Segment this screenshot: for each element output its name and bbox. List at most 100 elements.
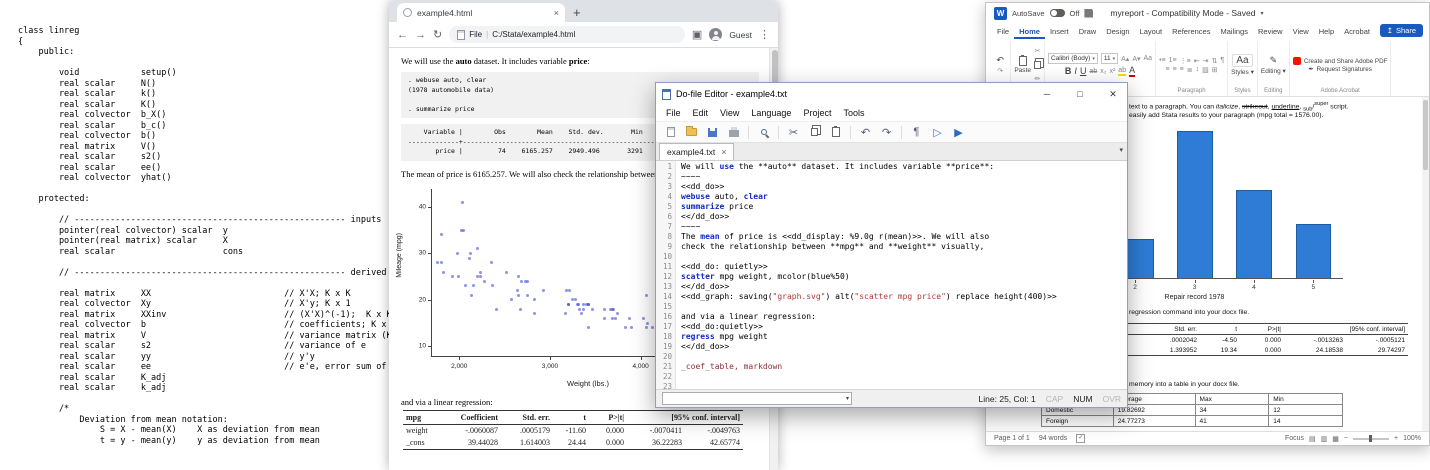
- outdent-icon[interactable]: ⇤: [1194, 57, 1200, 65]
- scrollbar-thumb[interactable]: [1423, 100, 1428, 170]
- share-button[interactable]: ↥Share: [1380, 24, 1423, 37]
- multilevel-list-icon[interactable]: ⋮≡: [1180, 57, 1191, 65]
- back-icon[interactable]: ←: [397, 29, 408, 41]
- show-marks-icon[interactable]: ¶: [907, 123, 926, 141]
- dofile-tab[interactable]: example4.txt ×: [659, 143, 734, 160]
- text-highlight-button[interactable]: ab: [1118, 67, 1126, 76]
- ribbon-tab-view[interactable]: View: [1288, 23, 1314, 39]
- copy-icon[interactable]: [1034, 56, 1041, 74]
- underline-button[interactable]: U: [1080, 66, 1087, 76]
- zoom-out-icon[interactable]: −: [1344, 435, 1348, 442]
- align-right-icon[interactable]: ≡: [1180, 66, 1184, 73]
- borders-icon[interactable]: ⊞: [1212, 66, 1218, 74]
- menu-item[interactable]: View: [714, 108, 745, 118]
- ribbon-tab-draw[interactable]: Draw: [1074, 23, 1102, 39]
- ribbon-tab-design[interactable]: Design: [1101, 23, 1134, 39]
- sort-icon[interactable]: ⇅: [1211, 57, 1217, 65]
- menu-item[interactable]: Project: [797, 108, 837, 118]
- reload-icon[interactable]: ↻: [433, 28, 442, 41]
- tab-list-caret-icon[interactable]: ▾: [1119, 146, 1123, 154]
- font-color-button[interactable]: A: [1129, 65, 1135, 77]
- menu-item[interactable]: Language: [745, 108, 797, 118]
- superscript-button[interactable]: x²: [1109, 68, 1115, 75]
- numbered-list-icon[interactable]: 1≡: [1169, 57, 1177, 64]
- ribbon-tab-file[interactable]: File: [992, 23, 1014, 39]
- dofile-titlebar[interactable]: Do-file Editor - example4.txt ─ □ ✕: [656, 83, 1127, 105]
- copy-icon[interactable]: [805, 123, 824, 141]
- autosave-toggle[interactable]: [1050, 9, 1065, 17]
- word-titlebar[interactable]: W AutoSave Off myreport - Compatibility …: [986, 3, 1429, 23]
- editing-button[interactable]: Editing ▾: [1261, 67, 1286, 75]
- page-indicator[interactable]: Page 1 of 1: [994, 435, 1030, 442]
- change-case-icon[interactable]: Aa: [1144, 55, 1153, 62]
- create-pdf-button[interactable]: Create and Share Adobe PDF: [1293, 57, 1388, 65]
- print-layout-icon[interactable]: ▥: [1321, 435, 1328, 443]
- new-tab-button[interactable]: +: [573, 5, 581, 20]
- profile-avatar[interactable]: [709, 28, 722, 41]
- menu-kebab-icon[interactable]: ⋮: [759, 28, 770, 41]
- read-mode-icon[interactable]: ▤: [1309, 435, 1316, 443]
- web-layout-icon[interactable]: ▦: [1332, 435, 1339, 443]
- browser-action-icon[interactable]: ▣: [692, 28, 702, 41]
- ribbon-tab-references[interactable]: References: [1167, 23, 1215, 39]
- paste-icon[interactable]: [826, 123, 845, 141]
- font-size-select[interactable]: 11▾: [1101, 53, 1118, 64]
- paste-button[interactable]: Paste: [1014, 56, 1031, 74]
- open-icon[interactable]: [682, 123, 701, 141]
- menu-item[interactable]: Tools: [837, 108, 870, 118]
- dofile-code[interactable]: We will use the **auto** dataset. It inc…: [676, 161, 1127, 389]
- strikethrough-button[interactable]: ab: [1089, 68, 1097, 75]
- run-icon[interactable]: ▷: [928, 123, 947, 141]
- request-signatures-button[interactable]: ✒Request Signatures: [1308, 66, 1372, 73]
- zoom-knob[interactable]: [1369, 435, 1372, 442]
- cut-icon[interactable]: ✂: [1035, 47, 1041, 55]
- redo-icon[interactable]: ↷: [877, 123, 896, 141]
- close-button[interactable]: ✕: [1099, 83, 1127, 105]
- forward-icon[interactable]: →: [415, 29, 426, 41]
- print-icon[interactable]: [724, 123, 743, 141]
- cut-icon[interactable]: ✂: [784, 123, 803, 141]
- chevron-down-icon[interactable]: ▾: [1260, 10, 1263, 17]
- focus-button[interactable]: Focus: [1285, 435, 1304, 442]
- zoom-slider[interactable]: [1353, 438, 1389, 440]
- minimize-button[interactable]: ─: [1033, 83, 1061, 105]
- pilcrow-icon[interactable]: ¶: [1220, 57, 1224, 64]
- grow-font-icon[interactable]: A▴: [1121, 55, 1129, 63]
- do-icon[interactable]: ▶: [949, 123, 968, 141]
- ribbon-tab-insert[interactable]: Insert: [1045, 23, 1074, 39]
- line-spacing-icon[interactable]: ↕: [1196, 66, 1200, 73]
- bold-button[interactable]: B: [1065, 66, 1072, 76]
- undo-icon[interactable]: ↶: [856, 123, 875, 141]
- shrink-font-icon[interactable]: A▾: [1132, 55, 1140, 63]
- zoom-in-icon[interactable]: +: [1394, 435, 1398, 442]
- dofile-editor[interactable]: 1234567891011121314151617181920212223 We…: [656, 161, 1127, 389]
- menu-item[interactable]: Edit: [687, 108, 715, 118]
- tab-close-icon[interactable]: ×: [554, 8, 559, 18]
- new-do-file-icon[interactable]: [661, 123, 680, 141]
- word-scrollbar[interactable]: [1422, 97, 1429, 431]
- redo-icon[interactable]: ↷: [997, 67, 1003, 75]
- proofing-icon[interactable]: ✓: [1076, 434, 1085, 443]
- ribbon-tab-layout[interactable]: Layout: [1135, 23, 1168, 39]
- ribbon-tab-mailings[interactable]: Mailings: [1215, 23, 1253, 39]
- ribbon-tab-home[interactable]: Home: [1014, 23, 1045, 39]
- font-name-select[interactable]: Calibri (Body)▾: [1048, 53, 1098, 64]
- italic-button[interactable]: I: [1074, 66, 1077, 76]
- subscript-button[interactable]: x₂: [1100, 68, 1106, 75]
- align-center-icon[interactable]: ≡: [1173, 66, 1177, 73]
- word-count[interactable]: 94 words: [1039, 435, 1067, 442]
- styles-button[interactable]: Styles ▾: [1231, 68, 1254, 76]
- ribbon-tab-help[interactable]: Help: [1314, 23, 1339, 39]
- ribbon-tab-review[interactable]: Review: [1253, 23, 1288, 39]
- justify-icon[interactable]: ≣: [1187, 66, 1193, 74]
- align-left-icon[interactable]: ≡: [1165, 66, 1169, 73]
- undo-icon[interactable]: ↶: [996, 55, 1004, 66]
- tab-close-icon[interactable]: ×: [721, 147, 726, 157]
- find-icon[interactable]: [754, 123, 773, 141]
- zoom-level[interactable]: 100%: [1403, 435, 1421, 442]
- browser-tab[interactable]: example4.html ×: [397, 3, 565, 22]
- menu-item[interactable]: File: [660, 108, 687, 118]
- address-bar[interactable]: File | C:/Stata/example4.html: [449, 26, 685, 43]
- indent-icon[interactable]: ⇥: [1203, 57, 1209, 65]
- maximize-button[interactable]: □: [1066, 83, 1094, 105]
